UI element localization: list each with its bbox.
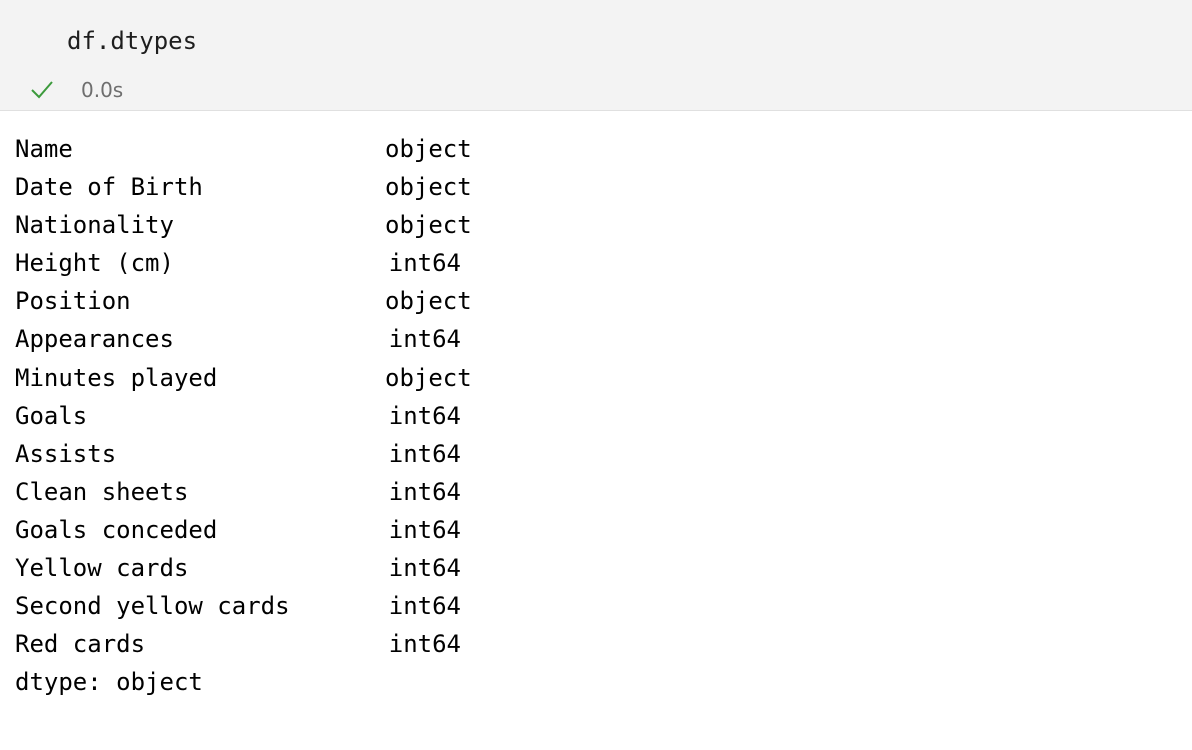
column-name: Goals — [15, 401, 88, 430]
column-name: Name — [15, 135, 73, 163]
execution-time: 0.0s — [81, 78, 124, 102]
column-name: Minutes played — [15, 363, 218, 392]
dtype-row: Nationality object — [15, 206, 472, 244]
column-dtype: int64 — [388, 401, 461, 430]
dtype-row: Goals conceded int64 — [15, 511, 461, 549]
dtype-row: Date of Birth object — [15, 168, 472, 206]
column-name: Red cards — [15, 630, 146, 659]
dtype-row: Clean sheets int64 — [15, 473, 461, 511]
column-name: Second yellow cards — [15, 592, 290, 621]
column-name: Position — [15, 287, 131, 316]
column-dtype: object — [385, 211, 472, 240]
column-name: Goals conceded — [15, 515, 218, 544]
column-name: Yellow cards — [15, 554, 189, 583]
code-cell-input[interactable]: df.dtypes 0.0s — [0, 0, 1192, 111]
column-name: Nationality — [15, 211, 174, 240]
check-icon — [30, 78, 54, 102]
dtype-list: Name object Date of Birth object Nationality… — [15, 130, 472, 663]
column-dtype: object — [385, 287, 472, 316]
column-dtype: int64 — [388, 477, 461, 506]
column-dtype: int64 — [388, 439, 461, 468]
column-dtype: object — [385, 173, 472, 202]
execution-status: 0.0s — [30, 74, 123, 106]
column-name: Assists — [15, 439, 117, 468]
column-dtype: int64 — [388, 325, 461, 354]
column-name: Appearances — [15, 325, 174, 354]
cell-output: Name object Date of Birth object Nationality… — [15, 130, 472, 701]
dtype-row: Goals int64 — [15, 397, 461, 435]
column-name: Date of Birth — [15, 173, 203, 202]
code-line[interactable]: df.dtypes — [67, 24, 197, 58]
output-footer: dtype: object — [15, 668, 203, 697]
dtype-row: Position object — [15, 282, 472, 320]
dtype-row: Assists int64 — [15, 435, 461, 473]
dtype-row: Name object — [15, 130, 472, 168]
column-name: Clean sheets — [15, 477, 189, 506]
dtype-row: Second yellow cards int64 — [15, 587, 461, 625]
dtype-row: Red cards int64 — [15, 625, 461, 663]
dtype-row: Minutes played object — [15, 359, 472, 397]
column-dtype: int64 — [388, 592, 461, 621]
dtype-row: Yellow cards int64 — [15, 549, 461, 587]
column-dtype: int64 — [388, 554, 461, 583]
column-dtype: int64 — [388, 630, 461, 659]
column-name: Height (cm) — [15, 249, 174, 278]
column-dtype: object — [385, 135, 472, 163]
column-dtype: int64 — [388, 515, 461, 544]
column-dtype: int64 — [388, 249, 461, 278]
column-dtype: object — [385, 363, 472, 392]
dtype-row: Appearances int64 — [15, 320, 461, 358]
dtype-row: Height (cm) int64 — [15, 244, 461, 282]
